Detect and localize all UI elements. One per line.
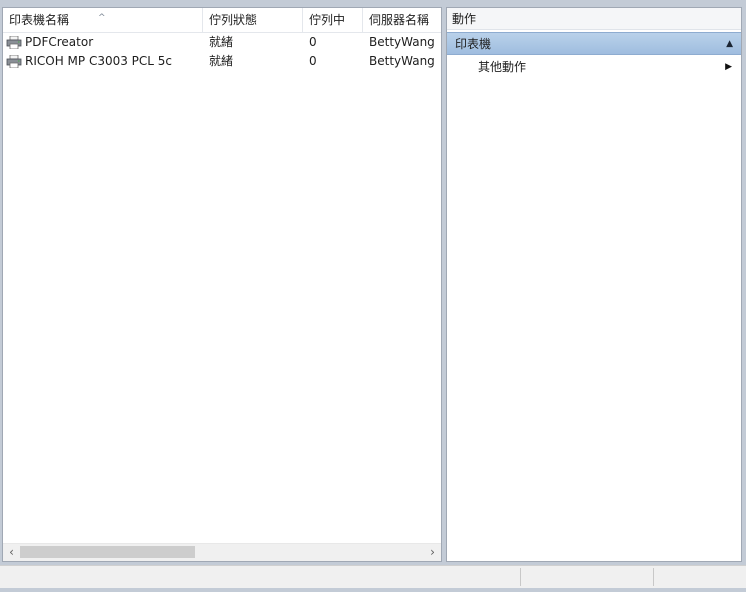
printer-name: RICOH MP C3003 PCL 5c [25,54,173,68]
printer-name: PDFCreator [25,35,94,49]
scroll-left-icon[interactable]: ‹ [3,544,20,561]
more-actions-menu-item[interactable]: 其他動作 ▶ [447,57,741,78]
column-header-label: 佇列狀態 [209,13,258,27]
queue-status: 就緒 [209,35,234,49]
column-header-server-name[interactable]: 伺服器名稱 [363,8,441,32]
actions-pane-title: 動作 [447,8,741,30]
server-name: BettyWang ( [369,35,439,49]
scrollbar-thumb[interactable] [20,546,195,558]
submenu-arrow-icon: ▶ [725,62,732,72]
more-actions-label: 其他動作 [478,60,527,74]
column-header-queue-status[interactable]: 佇列狀態 [203,8,303,32]
actions-section-printer[interactable]: 印表機 ▲ [447,32,741,55]
queue-status: 就緒 [209,54,234,68]
status-separator [653,568,654,586]
scroll-right-icon[interactable]: › [424,544,441,561]
server-name: BettyWang ( [369,54,439,68]
queue-count: 0 [309,54,317,68]
column-header-label: 印表機名稱 [9,13,70,27]
status-bar [0,565,746,588]
actions-section-label: 印表機 [455,37,492,51]
column-header-printer-name[interactable]: 印表機名稱 ^ [3,8,203,32]
column-header-row: 印表機名稱 ^ 佇列狀態 佇列中 伺服器名稱 [3,8,441,33]
printer-list-pane: 印表機名稱 ^ 佇列狀態 佇列中 伺服器名稱 PDFCreator 就緒 0 B… [2,7,442,562]
sort-ascending-icon: ^ [98,13,106,23]
status-separator [520,568,521,586]
table-row[interactable]: RICOH MP C3003 PCL 5c 就緒 0 BettyWang ( [3,52,441,71]
horizontal-scrollbar[interactable]: ‹ › [3,543,441,561]
column-header-queue-count[interactable]: 佇列中 [303,8,363,32]
queue-count: 0 [309,35,317,49]
column-header-label: 伺服器名稱 [369,13,430,27]
actions-pane: 動作 印表機 ▲ 其他動作 ▶ [446,7,742,562]
collapse-up-icon[interactable]: ▲ [726,33,733,56]
table-row[interactable]: PDFCreator 就緒 0 BettyWang ( [3,33,441,52]
printer-icon [6,55,22,68]
printer-icon [6,36,22,49]
column-header-label: 佇列中 [309,13,346,27]
